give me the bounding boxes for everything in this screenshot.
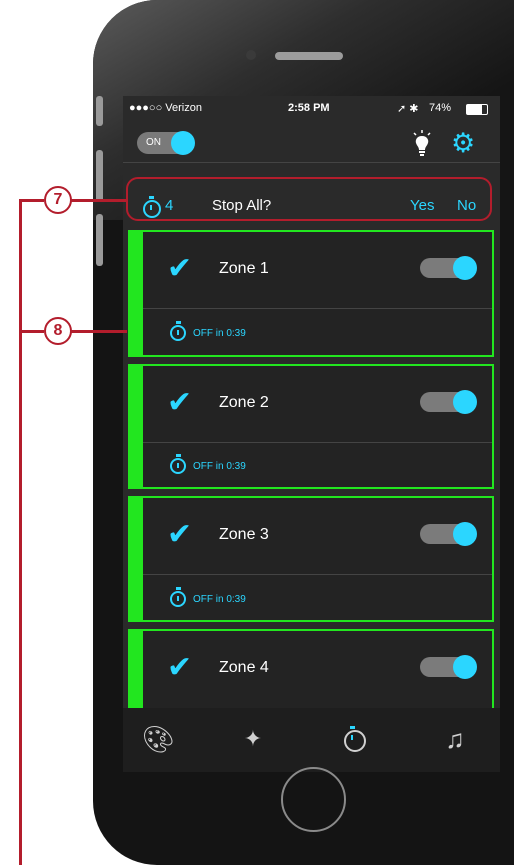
toggle-knob <box>171 131 195 155</box>
callout-7-leader <box>71 199 127 202</box>
zone-name: Zone 1 <box>219 260 269 277</box>
zone-active-bar <box>128 364 143 489</box>
check-icon[interactable]: ✔ <box>167 520 192 550</box>
mute-switch <box>96 96 103 126</box>
lightbulb-icon[interactable] <box>412 130 432 158</box>
carrier-label: ●●●○○ Verizon <box>129 102 202 114</box>
check-icon[interactable]: ✔ <box>167 653 192 683</box>
volume-up-button <box>96 150 103 202</box>
timer-icon <box>170 321 186 341</box>
callout-7: 7 <box>44 186 72 214</box>
callout-8-leader <box>19 330 44 333</box>
timer-icon <box>344 726 366 752</box>
top-bar: ON ⚙ <box>123 118 500 163</box>
zone-active-bar <box>128 496 143 622</box>
stop-all-highlight <box>126 177 492 221</box>
toggle-knob <box>453 256 477 280</box>
tab-bar: 🎨︎ ✦ ♫ <box>123 708 500 772</box>
music-icon[interactable]: ♫ <box>435 724 475 754</box>
power-toggle-label: ON <box>146 137 161 148</box>
check-icon[interactable]: ✔ <box>167 388 192 418</box>
zone-card[interactable]: ✔ Zone 2 OFF in 0:39 <box>128 364 494 489</box>
zone-timer-text: OFF in 0:39 <box>193 328 246 339</box>
zone-timer-text: OFF in 0:39 <box>193 461 246 472</box>
timer-icon <box>170 587 186 607</box>
zone-toggle[interactable] <box>420 655 477 679</box>
clock: 2:58 PM <box>288 102 330 114</box>
zone-header-row: ✔ Zone 4 <box>143 631 492 707</box>
battery-icon <box>466 104 488 115</box>
callout-8-leader <box>71 330 127 333</box>
timer-icon <box>170 454 186 474</box>
callout-7-leader <box>19 199 44 202</box>
battery-percent: 74% <box>429 102 452 114</box>
front-camera <box>246 50 256 60</box>
home-button[interactable] <box>281 767 346 832</box>
location-bluetooth-icons: ➚ ✱ <box>397 103 419 115</box>
callout-bracket-line <box>19 199 22 865</box>
zone-active-bar <box>128 629 143 719</box>
zone-name: Zone 3 <box>219 526 269 543</box>
zone-card[interactable]: ✔ Zone 1 OFF in 0:39 <box>128 230 494 357</box>
gear-icon[interactable]: ⚙ <box>451 130 475 157</box>
earpiece-speaker <box>275 52 343 60</box>
zone-header-row: ✔ Zone 2 <box>143 366 492 443</box>
zone-name: Zone 2 <box>219 394 269 411</box>
zone-toggle[interactable] <box>420 522 477 546</box>
toggle-knob <box>453 390 477 414</box>
zone-active-bar <box>128 230 143 357</box>
zone-header-row: ✔ Zone 3 <box>143 498 492 575</box>
volume-down-button <box>96 214 103 266</box>
palette-icon[interactable]: 🎨︎ <box>138 724 178 754</box>
zone-name: Zone 4 <box>219 659 269 676</box>
zone-toggle[interactable] <box>420 256 477 280</box>
callout-8: 8 <box>44 317 72 345</box>
sparkles-icon[interactable]: ✦ <box>233 724 273 754</box>
check-icon[interactable]: ✔ <box>167 254 192 284</box>
zone-header-row: ✔ Zone 1 <box>143 232 492 309</box>
status-bar: ●●●○○ Verizon 2:58 PM ➚ ✱ 74% <box>123 96 500 118</box>
toggle-knob <box>453 655 477 679</box>
zone-card[interactable]: ✔ Zone 3 OFF in 0:39 <box>128 496 494 622</box>
zone-toggle[interactable] <box>420 390 477 414</box>
zone-timer-text: OFF in 0:39 <box>193 594 246 605</box>
zone-card[interactable]: ✔ Zone 4 <box>128 629 494 719</box>
power-toggle[interactable]: ON <box>137 131 195 155</box>
toggle-knob <box>453 522 477 546</box>
